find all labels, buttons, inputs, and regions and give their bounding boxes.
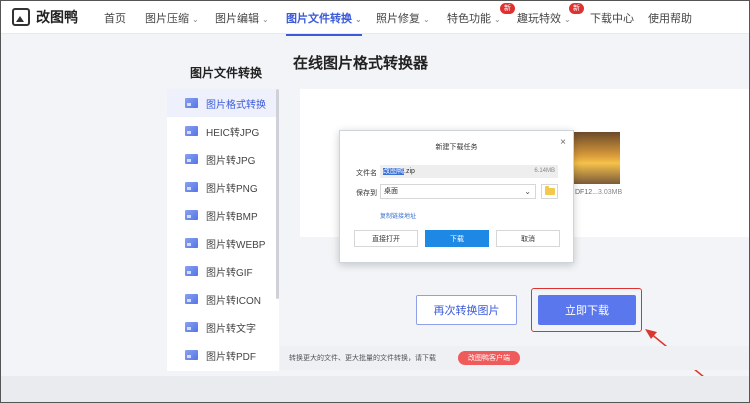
sidebar-item-to-jpg[interactable]: 图片转JPG	[167, 145, 276, 173]
sidebar-item-to-gif[interactable]: 图片转GIF	[167, 257, 276, 285]
nav-item-convert[interactable]: 图片文件转换 ⌄	[286, 10, 362, 36]
chevron-down-icon: ⌄	[524, 187, 531, 196]
chevron-down-icon: ⌄	[564, 15, 571, 24]
nav-item-download-center[interactable]: 下载中心	[590, 10, 634, 26]
nav-item-repair[interactable]: 照片修复 ⌄	[376, 10, 430, 26]
image-icon	[185, 154, 198, 164]
sidebar: 图片格式转换 HEIC转JPG 图片转JPG 图片转PNG 图片转BMP 图片转…	[167, 89, 279, 371]
chevron-down-icon: ⌄	[355, 15, 362, 24]
sidebar-item-to-text[interactable]: 图片转文字	[167, 313, 276, 341]
sidebar-item-to-bmp[interactable]: 图片转BMP	[167, 201, 276, 229]
close-icon[interactable]: ×	[560, 137, 566, 148]
image-icon	[185, 322, 198, 332]
nav-item-help[interactable]: 使用帮助	[648, 10, 692, 26]
sidebar-title: 图片文件转换	[190, 66, 263, 80]
download-button[interactable]: 下载	[425, 230, 489, 247]
filename-selected-text: 改图鸭	[383, 168, 404, 175]
filename-label: 文件名	[356, 170, 377, 177]
top-navigation: 改图鸭 首页 图片压缩 ⌄ 图片编辑 ⌄ 图片文件转换 ⌄ 照片修复 ⌄ 特色功能 ⌄ 新…	[0, 0, 750, 36]
logo-icon	[12, 8, 30, 26]
image-icon	[185, 210, 198, 220]
sidebar-item-heic-to-jpg[interactable]: HEIC转JPG	[167, 117, 276, 145]
new-badge: 新	[569, 3, 584, 14]
image-icon	[185, 98, 198, 108]
thumbnail-filename: DF12...	[575, 189, 598, 196]
sidebar-item-format-convert[interactable]: 图片格式转换	[167, 89, 276, 117]
saveto-label: 保存到	[356, 190, 377, 197]
download-dialog: 新建下载任务 × 文件名 改图鸭.zip 6.14MB 保存到 桌面 ⌄ 复制链…	[339, 130, 574, 263]
dialog-title: 新建下载任务	[435, 144, 478, 151]
sidebar-scrollbar[interactable]	[276, 89, 279, 299]
filename-field[interactable]: 改图鸭.zip 6.14MB	[380, 165, 558, 178]
new-badge: 新	[500, 3, 515, 14]
image-icon	[185, 266, 198, 276]
sidebar-item-to-pdf[interactable]: 图片转PDF	[167, 341, 276, 369]
image-icon	[185, 238, 198, 248]
nav-item-compress[interactable]: 图片压缩 ⌄	[145, 10, 199, 26]
image-icon	[185, 350, 198, 360]
chevron-down-icon: ⌄	[423, 15, 430, 24]
logo-text: 改图鸭	[36, 9, 78, 25]
nav-item-fun-effects[interactable]: 趣玩特效 ⌄	[517, 10, 571, 26]
image-icon	[185, 126, 198, 136]
logo[interactable]: 改图鸭	[12, 7, 78, 27]
saveto-select[interactable]: 桌面 ⌄	[380, 184, 536, 199]
file-size: 6.14MB	[534, 168, 555, 174]
download-now-button[interactable]: 立即下载	[538, 295, 636, 325]
nav-item-edit[interactable]: 图片编辑 ⌄	[215, 10, 269, 26]
result-thumbnail[interactable]	[574, 132, 620, 184]
filename-extension: .zip	[404, 168, 415, 175]
sidebar-item-to-png[interactable]: 图片转PNG	[167, 173, 276, 201]
page-title: 在线图片格式转换器	[293, 55, 429, 72]
footer-text: 转换更大的文件、更大批量的文件转换，请下载	[289, 355, 436, 362]
saveto-value: 桌面	[384, 188, 398, 195]
sidebar-item-to-icon[interactable]: 图片转ICON	[167, 285, 276, 313]
chevron-down-icon: ⌄	[262, 15, 269, 24]
nav-item-features[interactable]: 特色功能 ⌄	[447, 10, 501, 26]
page-bottom	[0, 376, 750, 403]
browse-folder-button[interactable]	[541, 184, 558, 199]
thumbnail-filesize: 3.03MB	[598, 189, 623, 196]
image-icon	[185, 182, 198, 192]
sidebar-item-to-webp[interactable]: 图片转WEBP	[167, 229, 276, 257]
chevron-down-icon: ⌄	[192, 15, 199, 24]
copy-link-button[interactable]: 复制链接地址	[380, 211, 416, 220]
client-download-button[interactable]: 改图鸭客户端	[458, 351, 520, 365]
image-icon	[185, 294, 198, 304]
reconvert-button[interactable]: 再次转换图片	[416, 295, 517, 325]
footer-bar: 转换更大的文件、更大批量的文件转换，请下载 改图鸭客户端	[280, 346, 750, 370]
cancel-button[interactable]: 取消	[496, 230, 560, 247]
folder-icon	[544, 186, 555, 195]
open-directly-button[interactable]: 直接打开	[354, 230, 418, 247]
nav-item-home[interactable]: 首页	[104, 10, 126, 26]
chevron-down-icon: ⌄	[494, 15, 501, 24]
